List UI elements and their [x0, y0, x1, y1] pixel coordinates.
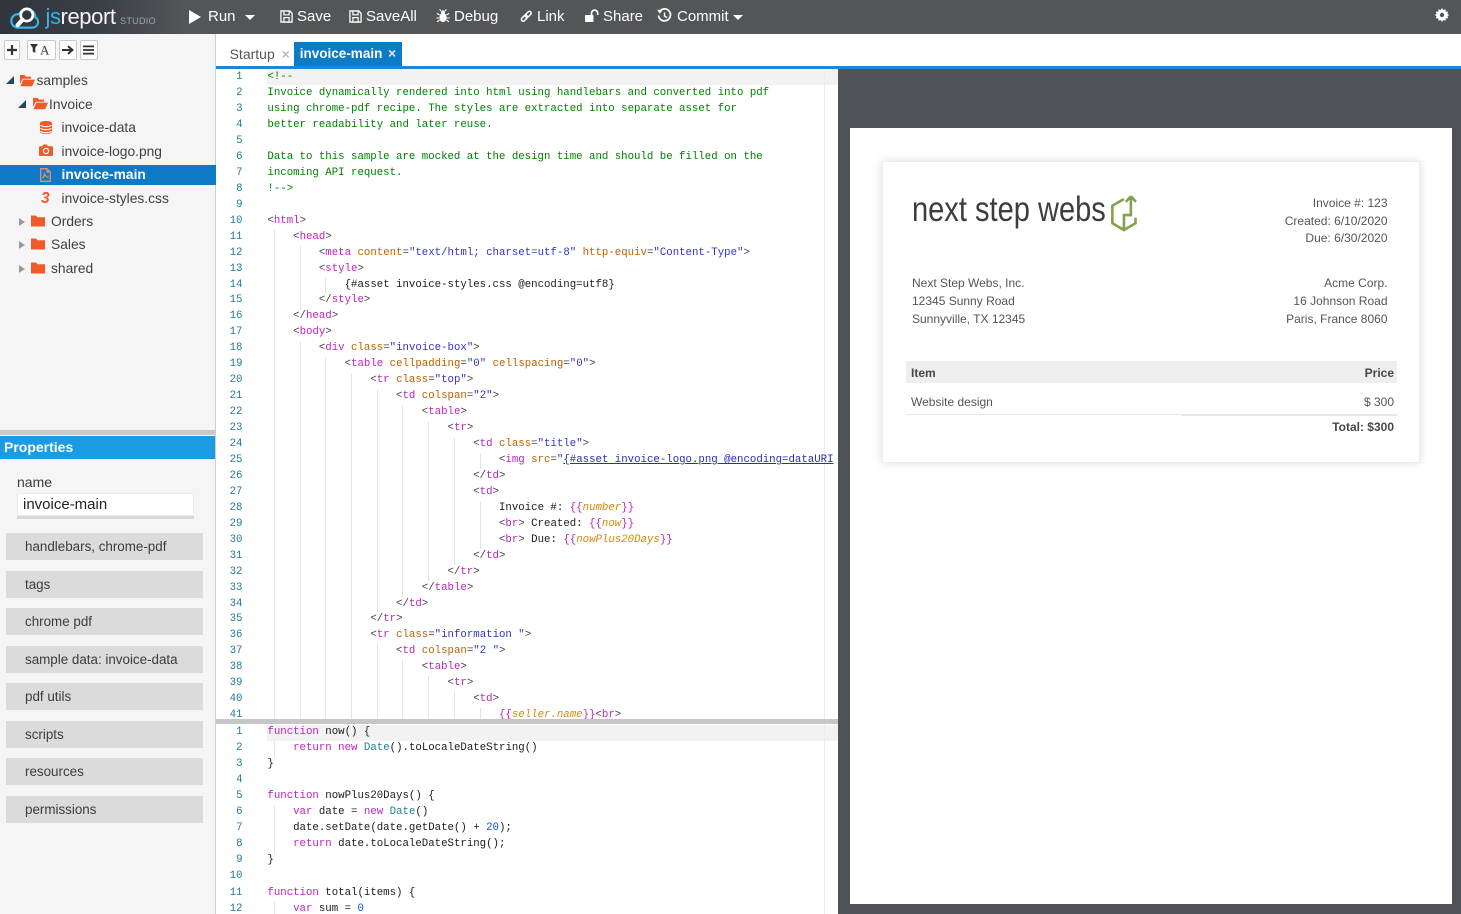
svg-text:A: A [40, 44, 50, 56]
svg-text:3: 3 [41, 191, 50, 205]
